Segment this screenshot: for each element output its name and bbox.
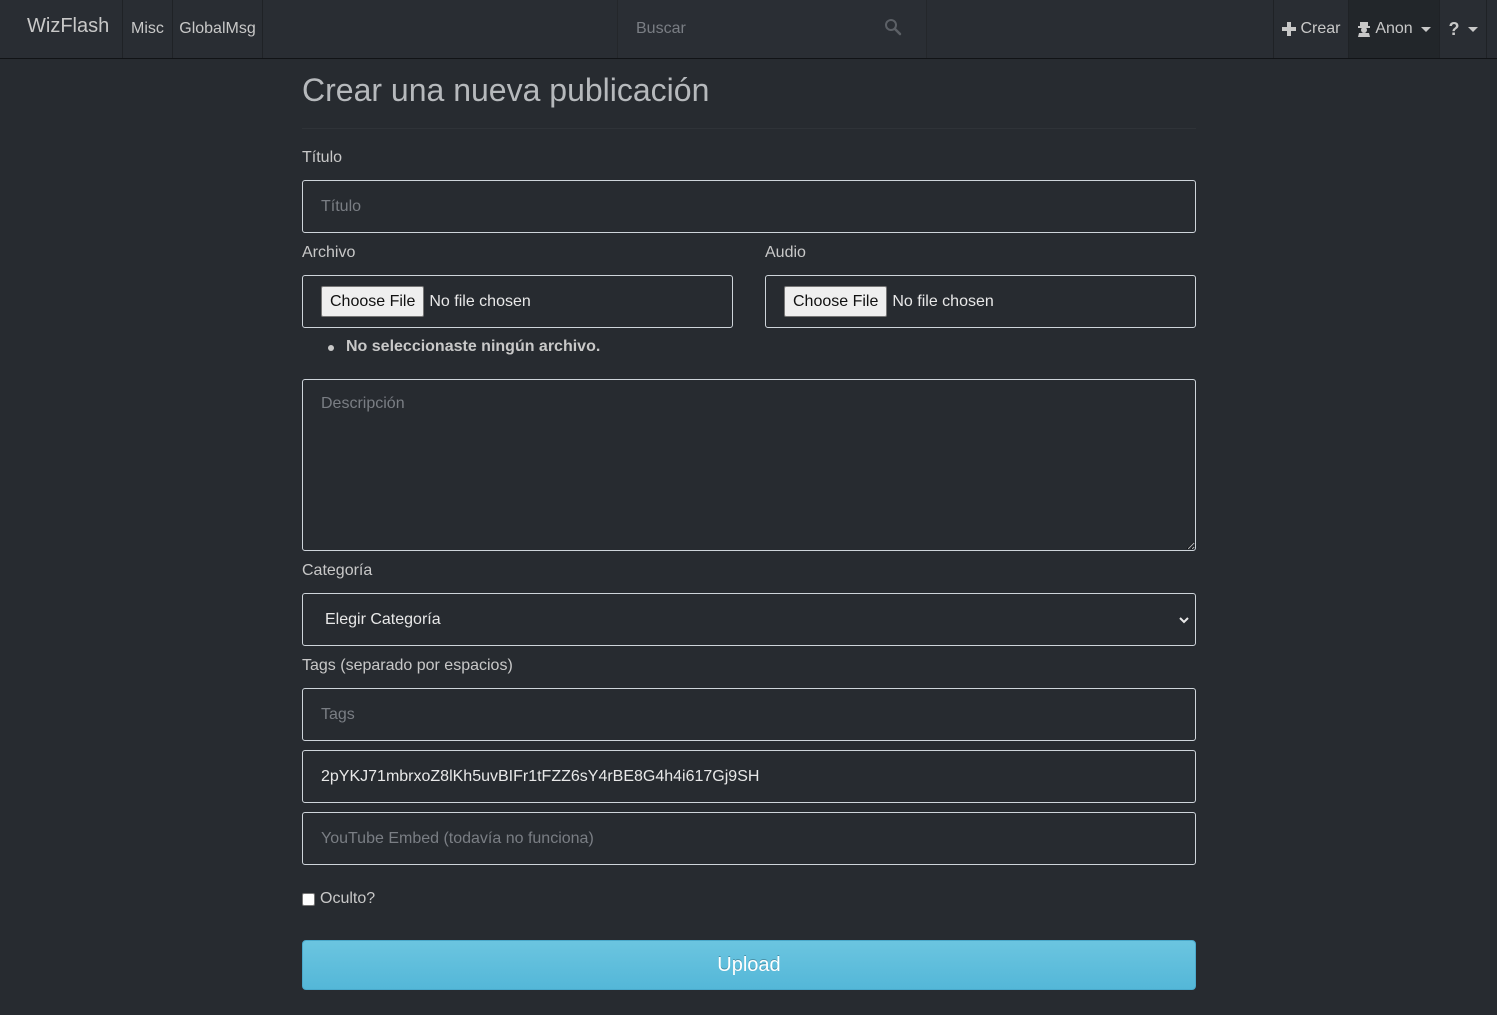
user-menu[interactable]: Anon [1348,0,1439,58]
title-input[interactable] [303,181,1195,232]
choose-audio-button[interactable]: Choose File [784,286,888,317]
title-field [302,180,1196,233]
page-title: Crear una nueva publicación [302,72,710,108]
create-button[interactable]: Crear [1273,0,1349,58]
file-error-message: No seleccionaste ningún archivo. [328,338,600,356]
title-label: Título [302,149,343,166]
file-status-text: No file chosen [429,292,531,310]
description-textarea[interactable] [303,380,1195,550]
tags-input[interactable] [303,689,1195,740]
search-input[interactable] [618,0,928,58]
chevron-down-icon [1420,26,1431,32]
plus-icon [1282,22,1297,36]
category-field: Elegir Categoría [302,593,1196,646]
file-field: Choose File No file chosen [302,275,733,328]
description-field [302,379,1196,551]
youtube-embed-input[interactable] [303,813,1195,864]
hidden-checkbox-label: Oculto? [320,890,376,907]
hidden-checkbox[interactable] [302,892,315,906]
chevron-down-icon [1179,617,1189,624]
hidden-option: Oculto? [302,890,375,908]
navbar-divider [1486,0,1487,58]
chevron-down-icon [1467,26,1478,32]
search-box [617,0,928,58]
token-input[interactable] [303,751,1195,802]
tags-label: Tags (separado por espacios) [302,657,513,674]
file-error-list: No seleccionaste ningún archivo. [328,338,600,356]
nav-link-misc[interactable]: Misc [122,0,173,58]
file-label: Archivo [302,244,356,261]
choose-file-button[interactable]: Choose File [321,286,425,317]
help-menu[interactable]: ? [1439,0,1486,58]
youtube-field [302,812,1196,865]
user-label: Anon [1375,20,1413,37]
navbar: WizFlash Misc GlobalMsg Crear Anon ? [0,0,1497,59]
tags-field [302,688,1196,741]
category-select[interactable]: Elegir Categoría [303,594,1195,645]
audio-field: Choose File No file chosen [765,275,1196,328]
brand-logo[interactable]: WizFlash [27,15,109,38]
category-label: Categoría [302,562,373,579]
nav-link-globalmsg[interactable]: GlobalMsg [172,0,263,58]
token-field [302,750,1196,803]
question-icon: ? [1448,18,1460,39]
search-icon[interactable] [884,18,902,36]
title-divider [302,128,1196,129]
upload-button[interactable]: Upload [302,940,1196,990]
create-label: Crear [1300,20,1341,37]
audio-status-text: No file chosen [892,292,994,310]
audio-label: Audio [765,244,806,261]
user-secret-icon [1358,22,1371,37]
